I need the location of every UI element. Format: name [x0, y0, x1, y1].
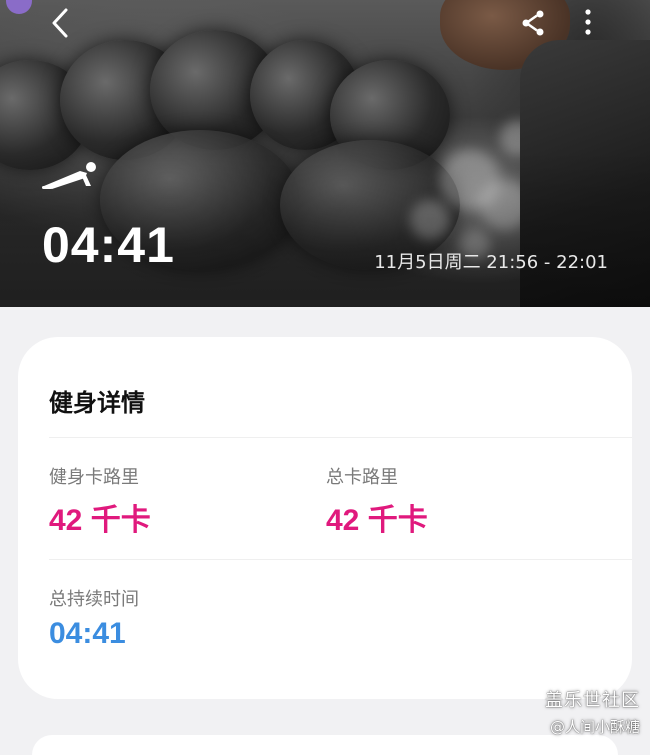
workout-duration: 04:41 — [42, 217, 175, 273]
total-duration-label: 总持续时间 — [49, 589, 139, 610]
card-title: 健身详情 — [49, 389, 145, 417]
workout-calories-label: 健身卡路里 — [49, 467, 139, 488]
watermark-community: 盖乐世社区 — [545, 690, 640, 711]
hero-image: 04:41 11月5日周二 21:56 - 22:01 — [0, 0, 650, 307]
workout-datetime: 11月5日周二 21:56 - 22:01 — [374, 252, 608, 273]
avatar — [6, 0, 32, 14]
chevron-left-icon[interactable] — [44, 6, 78, 40]
push-up-icon — [40, 158, 104, 192]
next-card-edge — [32, 735, 618, 755]
workout-calories-value: 42 千卡 — [49, 504, 151, 537]
total-calories-label: 总卡路里 — [326, 467, 398, 488]
divider — [49, 559, 632, 560]
watermark-user: @人间小酥糖 — [549, 718, 640, 736]
watermark: 盖乐世社区 @人间小酥糖 — [545, 686, 640, 737]
workout-details-card: 健身详情 健身卡路里 42 千卡 总卡路里 42 千卡 总持续时间 04:41 — [18, 337, 632, 699]
total-duration-value: 04:41 — [49, 617, 126, 650]
total-calories-value: 42 千卡 — [326, 504, 428, 537]
more-vertical-icon[interactable] — [578, 8, 598, 38]
divider — [49, 437, 632, 438]
share-icon[interactable] — [518, 8, 548, 38]
